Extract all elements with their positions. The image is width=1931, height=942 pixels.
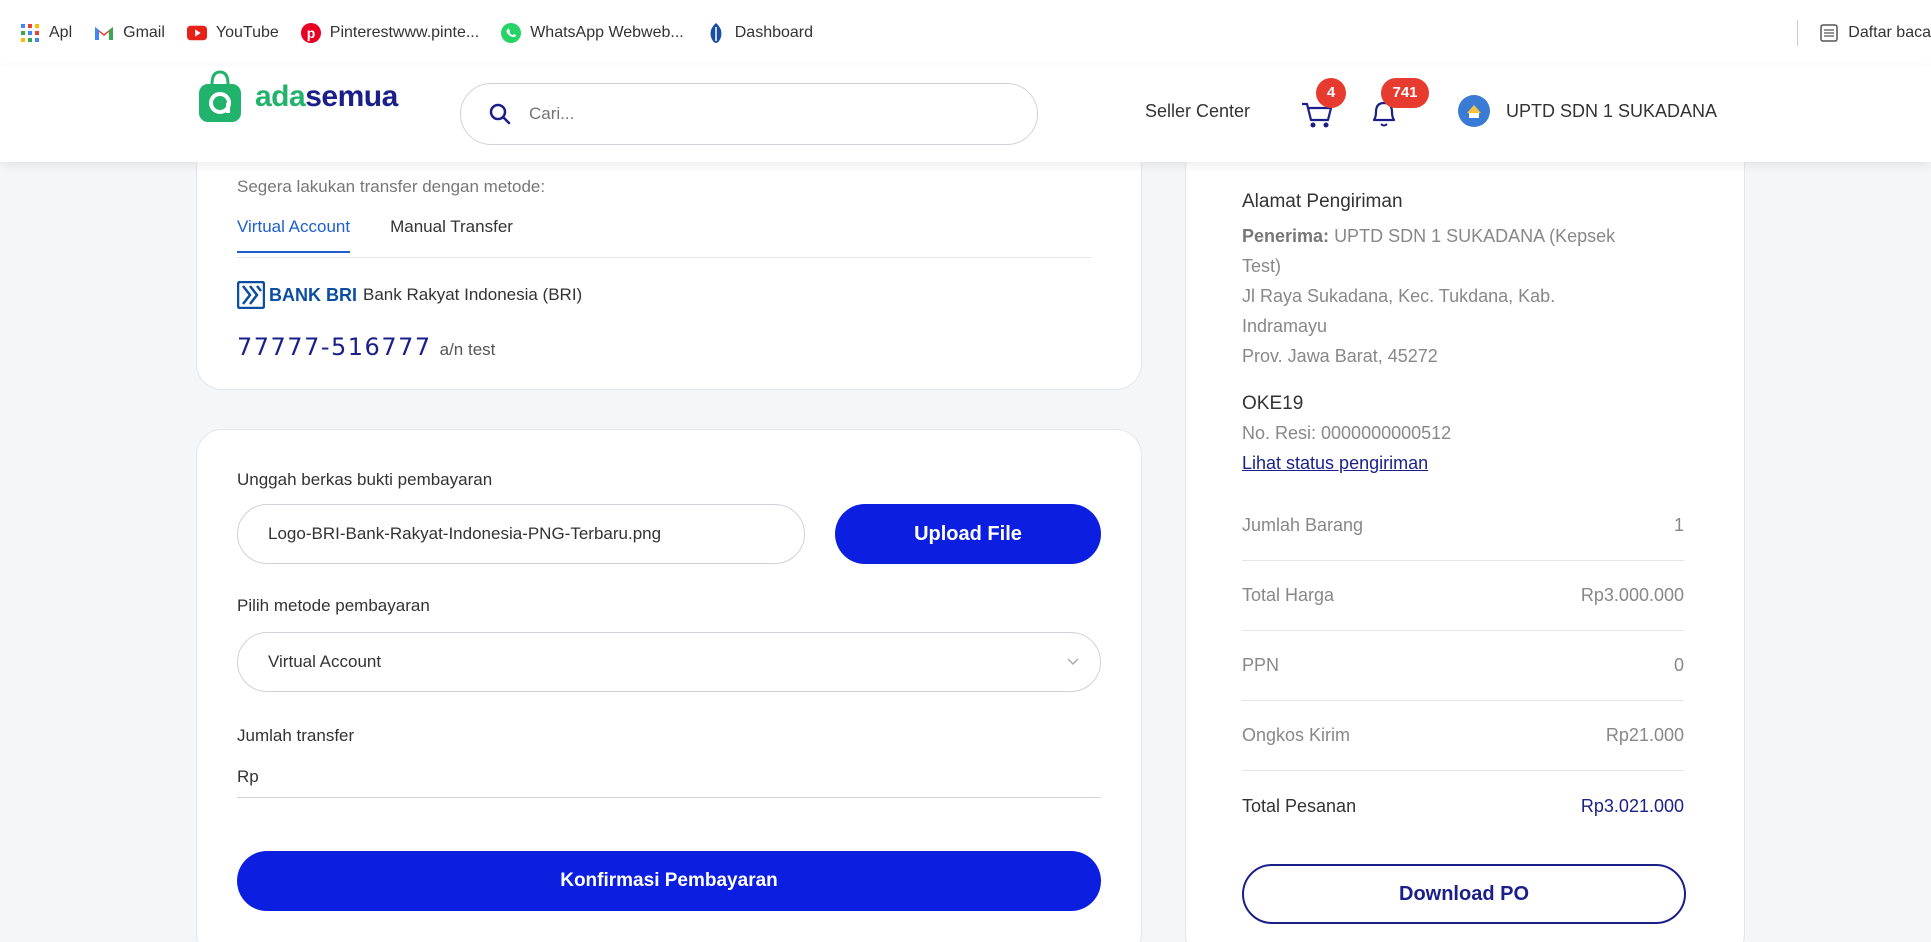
- cart-count-badge: 4: [1316, 78, 1346, 108]
- tracking-status-link[interactable]: Lihat status pengiriman: [1242, 453, 1428, 474]
- bookmark-whatsapp[interactable]: WhatsApp Webweb...: [501, 23, 684, 43]
- bookmark-gmail[interactable]: Gmail: [94, 23, 165, 43]
- app-header: adasemua Seller Center 4 741 UPTD SDN 1 …: [0, 66, 1931, 162]
- summary-value: Rp3.000.000: [1580, 585, 1684, 605]
- bookmark-label: WhatsApp Webweb...: [530, 24, 684, 41]
- tab-manual-transfer[interactable]: Manual Transfer: [390, 217, 513, 253]
- chevron-down-icon: [1067, 658, 1079, 666]
- bank-name: Bank Rakyat Indonesia (BRI): [363, 285, 583, 304]
- bookmark-label: Gmail: [123, 24, 165, 41]
- recipient-name: UPTD SDN 1 SUKADANA (Kepsek: [1334, 226, 1616, 246]
- download-po-button[interactable]: Download PO: [1242, 864, 1686, 924]
- reading-list[interactable]: Daftar baca: [1797, 0, 1931, 66]
- bookmark-label: Pinterestwww.pinte...: [329, 24, 480, 41]
- cart-button[interactable]: 4: [1300, 78, 1346, 132]
- user-name: UPTD SDN 1 SUKADANA: [1506, 100, 1718, 121]
- school-avatar-icon: [1458, 95, 1490, 127]
- upload-title: Unggah berkas bukti pembayaran: [237, 470, 493, 489]
- apps-grid-icon: [20, 23, 40, 43]
- order-summary-card: Alamat Pengiriman Penerima: UPTD SDN 1 S…: [1185, 120, 1745, 942]
- bookmark-apps[interactable]: Apl: [20, 23, 72, 43]
- shipping-address-title: Alamat Pengiriman: [1242, 191, 1403, 212]
- adasemua-logo[interactable]: adasemua: [197, 70, 398, 124]
- order-total-value: Rp3.021.000: [1580, 795, 1684, 816]
- bookmark-label: Dashboard: [734, 24, 814, 41]
- confirm-payment-button[interactable]: Konfirmasi Pembayaran: [237, 851, 1101, 911]
- upload-file-button[interactable]: Upload File: [835, 504, 1101, 564]
- reading-list-icon: [1820, 24, 1839, 42]
- bank-logo-text: BANK BRI: [269, 284, 357, 305]
- summary-label: Total Harga: [1242, 585, 1335, 605]
- bank-row: BANK BRI Bank Rakyat Indonesia (BRI): [237, 281, 582, 309]
- payment-tabs: Virtual Account Manual Transfer: [237, 217, 553, 253]
- account-holder: a/n test: [439, 340, 496, 359]
- summary-label: Ongkos Kirim: [1242, 725, 1351, 745]
- payment-method-select[interactable]: Virtual Account: [237, 632, 1101, 692]
- upload-proof-card: Unggah berkas bukti pembayaran Logo-BRI-…: [196, 429, 1142, 942]
- seller-center-link[interactable]: Seller Center: [1145, 101, 1250, 122]
- bri-logo-icon: [237, 281, 265, 309]
- logo-text-ada: ada: [255, 80, 306, 113]
- summary-row-shipping: Ongkos Kirim Rp21.000: [1242, 701, 1684, 771]
- pinterest-icon: p: [300, 23, 321, 43]
- tab-divider: [237, 257, 1091, 258]
- recipient-label: Penerima:: [1242, 226, 1330, 246]
- account-number: 77777-516777: [237, 333, 432, 361]
- logo-text: adasemua: [255, 80, 398, 114]
- recipient-name-cont: Test): [1242, 256, 1282, 276]
- user-menu[interactable]: UPTD SDN 1 SUKADANA: [1458, 95, 1717, 127]
- summary-row-quantity: Jumlah Barang 1: [1242, 491, 1684, 561]
- whatsapp-icon: [501, 23, 522, 43]
- notification-button[interactable]: 741: [1365, 78, 1429, 132]
- summary-value: 0: [1673, 655, 1684, 675]
- address-street: Jl Raya Sukadana, Kec. Tukdana, Kab.: [1242, 286, 1556, 306]
- bookmark-label: Apl: [49, 24, 73, 41]
- summary-row-tax: PPN 0: [1242, 631, 1684, 701]
- summary-value: Rp21.000: [1605, 725, 1684, 745]
- address-city: Indramayu: [1242, 316, 1328, 336]
- search-input[interactable]: [529, 104, 969, 124]
- summary-label: PPN: [1242, 655, 1280, 675]
- youtube-icon: [186, 23, 207, 43]
- bookmark-divider: [1797, 20, 1799, 46]
- uploaded-filename-field[interactable]: Logo-BRI-Bank-Rakyat-Indonesia-PNG-Terba…: [237, 504, 805, 564]
- summary-row-total-price: Total Harga Rp3.000.000: [1242, 561, 1684, 631]
- account-row: 77777-516777 a/n test: [237, 333, 495, 361]
- transfer-amount-field[interactable]: Rp: [237, 756, 1101, 798]
- dashboard-icon: [706, 23, 726, 43]
- address-province: Prov. Jawa Barat, 45272: [1242, 346, 1438, 366]
- gmail-icon: [94, 23, 114, 43]
- bookmark-pinterest[interactable]: p Pinterestwww.pinte...: [300, 23, 480, 43]
- payment-method-value: Virtual Account: [268, 652, 382, 671]
- bookmark-label: YouTube: [215, 24, 279, 41]
- tab-virtual-account[interactable]: Virtual Account: [237, 217, 351, 253]
- transfer-amount-label: Jumlah transfer: [237, 726, 355, 745]
- svg-text:p: p: [307, 25, 316, 41]
- payment-instruction: Segera lakukan transfer dengan metode:: [237, 177, 546, 196]
- reading-list-label: Daftar baca: [1848, 24, 1931, 41]
- recipient-line: Penerima: UPTD SDN 1 SUKADANA (Kepsek: [1242, 221, 1712, 251]
- bookmark-dashboard[interactable]: Dashboard: [706, 23, 813, 43]
- summary-value: 1: [1673, 515, 1684, 535]
- payment-method-label: Pilih metode pembayaran: [237, 596, 430, 615]
- notification-count-badge: 741: [1381, 78, 1429, 108]
- currency-prefix: Rp: [237, 766, 259, 786]
- bookmark-youtube[interactable]: YouTube: [186, 23, 279, 43]
- uploaded-filename: Logo-BRI-Bank-Rakyat-Indonesia-PNG-Terba…: [268, 524, 662, 543]
- shipping-address-block: Penerima: UPTD SDN 1 SUKADANA (Kepsek Te…: [1242, 221, 1712, 371]
- shopping-bag-icon: [199, 70, 241, 122]
- logo-text-semua: semua: [305, 80, 398, 113]
- bookmarks-bar: Apl Gmail YouTube p Pinterestwww.pinte..…: [0, 0, 1931, 66]
- tracking-number: No. Resi: 0000000000512: [1242, 423, 1452, 443]
- summary-row-order-total: Total Pesanan Rp3.021.000: [1242, 771, 1684, 841]
- summary-label: Jumlah Barang: [1242, 515, 1364, 535]
- courier-name: OKE19: [1242, 393, 1304, 414]
- order-total-label: Total Pesanan: [1242, 795, 1357, 816]
- search-icon: [489, 103, 511, 125]
- search-bar[interactable]: [460, 83, 1038, 145]
